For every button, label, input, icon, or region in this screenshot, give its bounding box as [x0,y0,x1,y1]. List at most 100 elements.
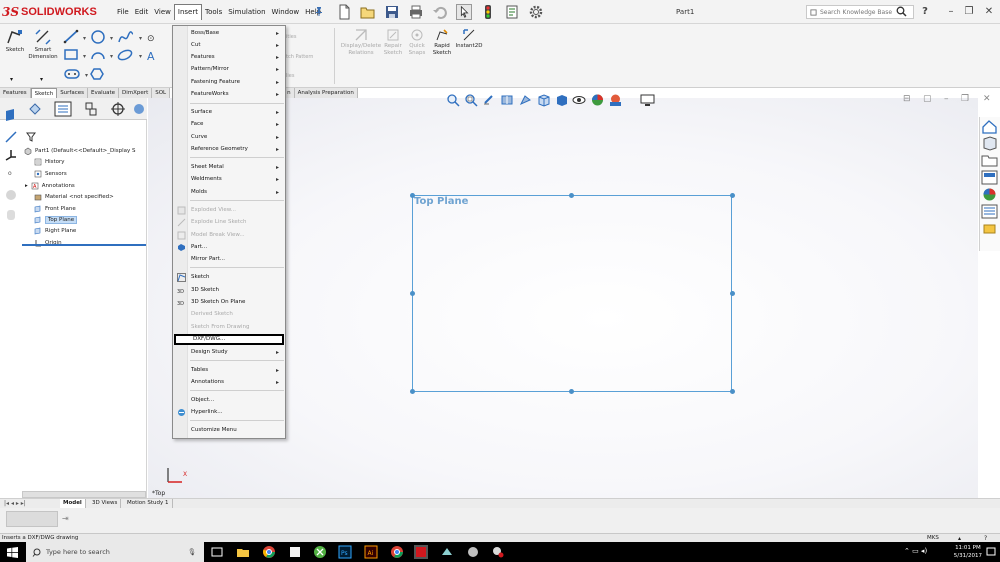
text-tool-icon[interactable]: A [147,50,155,63]
command-tab-surfaces[interactable]: Surfaces [57,88,89,98]
menu-insert[interactable]: Insert [173,4,202,20]
menu-item-dxf-dwg[interactable]: DXF/DWG... [174,334,284,345]
tab-scroll-first-icon[interactable]: |◂ ◂ ▸ ▸| [4,500,26,507]
windows-start-icon[interactable] [7,547,18,558]
app-icon-3[interactable] [491,545,505,559]
undo-icon[interactable] [432,4,448,20]
search-input[interactable] [820,8,894,16]
menu-item-surface[interactable]: Surface ▸ [174,107,284,118]
solidworks-resources-icon[interactable] [981,119,998,134]
minimize-icon[interactable]: – [944,5,958,19]
solidworks-logo[interactable]: 3S SOLIDWORKS [2,4,97,20]
menu-item-featureworks[interactable]: FeatureWorks ▸ [174,89,284,100]
display-style-icon[interactable] [554,93,569,107]
cad-app-icon[interactable] [288,545,302,559]
file-explorer-taskbar-icon[interactable] [236,545,250,559]
chrome-icon[interactable] [262,545,276,559]
menu-item-fastening-feature[interactable]: Fastening Feature ▸ [174,77,284,88]
plane-handle[interactable] [410,291,415,296]
reference-plane-icon[interactable] [4,188,18,202]
menu-item-design-study[interactable]: Design Study ▸ [174,347,284,358]
sketch-button[interactable]: Sketch [4,28,26,54]
plane-handle[interactable] [730,193,735,198]
appearances-scenes-icon[interactable] [981,187,998,202]
plane-handle[interactable] [410,389,415,394]
menu-edit[interactable]: Edit [132,4,152,20]
arc-tool-icon[interactable] [91,52,105,60]
search-icon[interactable] [896,6,907,17]
feature-manager-tab-icon[interactable] [28,102,42,116]
menu-item-sketch-from-drawing[interactable]: Sketch From Drawing [174,322,284,333]
spline-tool-icon[interactable] [118,31,134,43]
motion-selector[interactable] [6,511,58,527]
new-document-icon[interactable] [336,4,352,20]
xbox-icon[interactable] [313,545,327,559]
options-gear-icon[interactable] [528,4,544,20]
tree-item[interactable]: Right Plane [34,225,76,236]
quick-snaps-button[interactable]: Quick Snaps [406,28,428,57]
cylinder-icon[interactable] [4,208,18,222]
plane-handle[interactable] [730,389,735,394]
tree-item[interactable]: Top Plane [34,214,78,225]
tree-item[interactable]: Front Plane [34,203,76,214]
design-library-icon[interactable] [981,136,998,151]
zoom-to-area-icon[interactable] [464,93,479,107]
dynamic-annotation-icon[interactable] [518,93,533,107]
tree-item[interactable]: Sensors [34,168,67,179]
menu-item-molds[interactable]: Molds ▸ [174,187,284,198]
bottom-tab-3d-views[interactable]: 3D Views [89,499,122,508]
bottom-tab-motion-study-1[interactable]: Motion Study 1 [124,499,173,508]
motion-expand-icon[interactable]: ⇥ [62,514,69,523]
hide-show-items-icon[interactable] [572,93,587,107]
app-icon-1[interactable] [440,545,454,559]
menu-item-pattern-mirror[interactable]: Pattern/Mirror ▸ [174,64,284,75]
horizontal-scrollbar[interactable] [22,491,146,498]
file-properties-icon[interactable] [504,4,520,20]
pin-icon[interactable] [314,6,324,16]
open-folder-icon[interactable] [360,4,376,20]
display-manager-tab-icon[interactable] [132,101,146,117]
menu-item-sketch[interactable]: Sketch [174,272,284,283]
rectangle-tool-icon[interactable] [64,49,78,60]
chrome-icon-2[interactable] [390,545,404,559]
viewport-close-icon[interactable]: ✕ [983,94,991,104]
illustrator-icon[interactable]: Ai [364,545,378,559]
tree-item[interactable]: Part1 (Default<<Default>_Display S [24,145,136,156]
notifications-icon[interactable] [986,547,996,557]
close-icon[interactable]: ✕ [982,5,996,19]
menu-window[interactable]: Window [269,4,303,20]
menu-item-derived-sketch[interactable]: Derived Sketch [174,309,284,320]
smart-dimension-button[interactable]: Smart Dimension [28,28,58,61]
command-tab-analysis-preparation[interactable]: Analysis Preparation [294,88,358,98]
ellipse-tool-icon[interactable] [117,48,133,61]
command-tab-sketch[interactable]: Sketch [30,88,58,98]
solidworks-taskbar-icon[interactable] [414,545,428,559]
plane-view-icon[interactable] [4,108,18,122]
menu-item-object[interactable]: Object... [174,395,284,406]
menu-item-3d-sketch[interactable]: 3D Sketch 3D [174,285,284,296]
menu-item-weldments[interactable]: Weldments ▸ [174,174,284,185]
menu-item-features[interactable]: Features ▸ [174,52,284,63]
viewport-layout-icon[interactable]: ⊟ [903,94,911,104]
custom-properties-icon[interactable] [981,204,998,219]
menu-item-hyperlink[interactable]: Hyperlink... [174,407,284,418]
apply-scene-icon[interactable] [608,93,623,107]
menu-simulation[interactable]: Simulation [225,4,268,20]
axis-icon[interactable] [4,148,18,162]
menu-item-cut[interactable]: Cut ▸ [174,40,284,51]
menu-item-annotations[interactable]: Annotations ▸ [174,377,284,388]
menu-tools[interactable]: Tools [202,4,225,20]
app-icon-2[interactable] [466,545,480,559]
rollback-bar[interactable] [22,244,146,246]
tree-item[interactable]: Material <not specified> [34,191,114,202]
plane-handle[interactable] [569,193,574,198]
menu-item-model-break-view[interactable]: Model Break View... [174,230,284,241]
configuration-manager-tab-icon[interactable] [84,101,98,117]
circle-tool-icon[interactable] [91,30,105,44]
instant2d-button[interactable]: Instant2D [454,28,484,50]
view-settings-icon[interactable] [640,93,655,107]
command-tab-features[interactable]: Features [0,88,31,98]
repair-sketch-button[interactable]: Repair Sketch [382,28,404,57]
slot-tool-icon[interactable] [64,69,80,79]
line-tool-icon[interactable] [63,29,79,44]
